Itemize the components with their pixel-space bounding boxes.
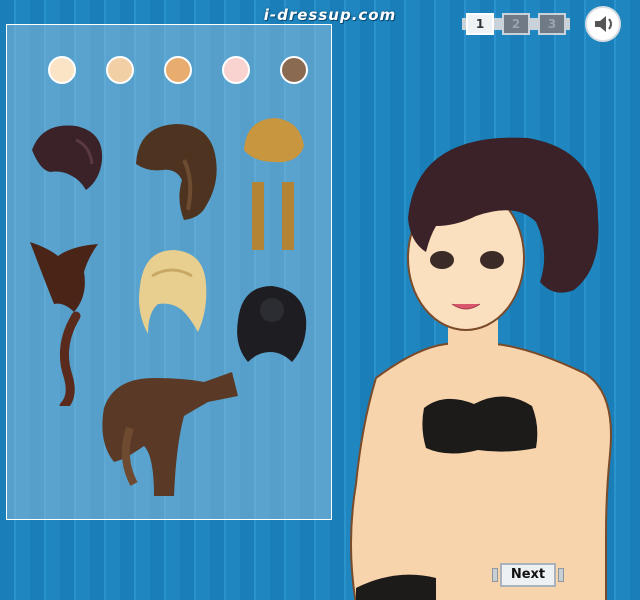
next-button-right-cap — [558, 568, 564, 582]
hair-option-black-braided-bun[interactable] — [232, 280, 312, 370]
doll-character — [350, 137, 612, 600]
hair-option-dark-updo[interactable] — [26, 120, 114, 196]
skin-swatch-5[interactable] — [280, 56, 308, 84]
sound-toggle-button[interactable] — [585, 6, 621, 42]
page-button-1[interactable]: 1 — [462, 13, 498, 35]
hair-option-brown-braided-side[interactable] — [100, 368, 240, 498]
hair-option-blonde-curly-bob[interactable] — [132, 246, 212, 336]
next-button[interactable]: Next — [492, 563, 564, 587]
next-button-label: Next — [500, 563, 556, 587]
skin-swatch-2[interactable] — [106, 56, 134, 84]
next-button-left-cap — [492, 568, 498, 582]
skin-swatch-3[interactable] — [164, 56, 192, 84]
skin-swatch-1[interactable] — [48, 56, 76, 84]
hair-option-long-braid[interactable] — [132, 120, 228, 222]
hair-option-blonde-bun-pigtails[interactable] — [238, 116, 308, 256]
page-button-3[interactable]: 3 — [534, 13, 570, 35]
page-button-2[interactable]: 2 — [498, 13, 534, 35]
hair-option-horned-ponytail[interactable] — [26, 236, 106, 406]
brand-logo: i-dressup.com — [263, 6, 397, 24]
speaker-icon — [595, 16, 612, 32]
skin-swatch-4[interactable] — [222, 56, 250, 84]
